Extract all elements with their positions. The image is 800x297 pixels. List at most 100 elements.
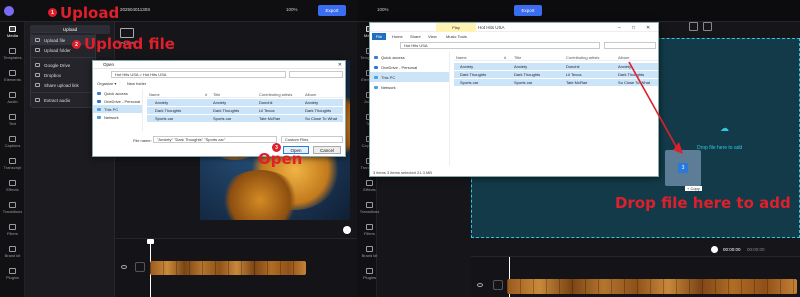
col-artists[interactable]: Contributing artists [259, 92, 292, 97]
address-bar[interactable]: Hot Hits USA [400, 42, 600, 49]
nav-this-pc[interactable]: This PC [370, 72, 449, 82]
nav-network[interactable]: Network [93, 113, 142, 121]
current-time: 00:00:00 [723, 247, 741, 252]
filename-input[interactable]: "Anxiety" "Dark Thoughts" "Sports car" [153, 136, 277, 143]
search-field[interactable] [604, 42, 656, 49]
col-number[interactable]: # [205, 92, 207, 97]
play-button[interactable] [711, 246, 718, 253]
folder-icon [35, 48, 40, 52]
cloud-icon [374, 65, 378, 69]
col-title[interactable]: Title [514, 55, 521, 60]
track-edit-icon[interactable] [493, 280, 503, 290]
rail-effects[interactable]: Effects [357, 176, 382, 196]
ribbon-tab-share[interactable]: Share [410, 34, 421, 39]
zoom-level[interactable]: 100% [377, 7, 389, 12]
file-artist: Doechii [566, 64, 580, 69]
close-icon[interactable]: ✕ [338, 62, 342, 68]
nav-onedrive[interactable]: OneDrive - Personal [93, 97, 142, 105]
rail-filters[interactable]: Filters [357, 220, 382, 240]
effects-icon [366, 180, 373, 186]
app-logo[interactable] [4, 6, 14, 16]
col-title[interactable]: Title [213, 92, 220, 97]
navigation-pane: Quick access OneDrive - Personal This PC… [370, 52, 450, 166]
address-bar[interactable]: Hot Hits USA > Hot Hits USA [111, 71, 286, 78]
ribbon-tab-music-tools[interactable]: Music Tools [446, 34, 467, 39]
video-clip[interactable] [150, 261, 306, 275]
file-title: Sports car [514, 80, 533, 85]
rail-transcript[interactable]: Transcript [0, 154, 25, 174]
track-visibility-icon[interactable] [121, 265, 127, 269]
col-album[interactable]: Album [618, 55, 629, 60]
rail-media[interactable]: Media [0, 22, 25, 42]
track-visibility-icon[interactable] [477, 283, 483, 287]
col-number[interactable]: # [504, 55, 506, 60]
minimize-icon[interactable]: – [618, 25, 621, 31]
close-icon[interactable]: ✕ [646, 25, 650, 31]
nav-onedrive[interactable]: OneDrive - Personal [370, 62, 449, 72]
right-toolbar-icon[interactable] [689, 22, 698, 31]
rail-elements[interactable]: Elements [0, 66, 25, 86]
file-row[interactable]: Anxiety Anxiety Doechii Anxiety [147, 99, 343, 106]
menu-google-drive[interactable]: Google Drive [31, 60, 95, 70]
templates-icon [9, 48, 16, 54]
file-name: Sports car [460, 80, 479, 85]
file-album: Dark Thoughts [305, 108, 332, 113]
right-toolbar-icon[interactable] [703, 22, 712, 31]
star-icon [374, 55, 378, 59]
project-title[interactable]: 20250401130S [120, 7, 150, 12]
cancel-button[interactable]: Cancel [313, 146, 341, 154]
rail-brand-kit[interactable]: Brand kit [0, 242, 25, 262]
menu-share-link[interactable]: Share upload link [31, 80, 95, 90]
nav-quick-access[interactable]: Quick access [370, 52, 449, 62]
file-row[interactable]: Dark Thoughts Dark Thoughts Lil Tecca Da… [147, 107, 343, 114]
file-type-select[interactable]: Custom Files [281, 136, 343, 143]
file-album: Anxiety [305, 100, 319, 105]
nav-this-pc[interactable]: This PC [93, 105, 142, 113]
explorer-titlebar [370, 23, 658, 32]
ribbon-tab-file[interactable]: File [372, 33, 386, 40]
rail-effects[interactable]: Effects [0, 176, 25, 196]
rail-audio[interactable]: Audio [0, 88, 25, 108]
col-album[interactable]: Album [305, 92, 316, 97]
rail-transitions[interactable]: Transitions [357, 198, 382, 218]
nav-quick-access[interactable]: Quick access [93, 89, 142, 97]
rail-brand-kit[interactable]: Brand kit [357, 242, 382, 262]
zoom-level[interactable]: 100% [286, 7, 298, 12]
rail-captions[interactable]: Captions [0, 132, 25, 152]
ribbon-tab-home[interactable]: Home [392, 34, 403, 39]
col-name[interactable]: Name [456, 55, 467, 60]
rail-plugins[interactable]: Plugins [357, 264, 382, 284]
search-field[interactable] [289, 71, 343, 78]
rail-templates[interactable]: Templates [0, 44, 25, 64]
col-name[interactable]: Name [149, 92, 160, 97]
status-bar: 3 items 3 items selected 21.3 MB [373, 170, 432, 175]
dialog-title: Open [93, 61, 345, 69]
col-artists[interactable]: Contributing artists [566, 55, 599, 60]
export-button[interactable]: Export [318, 5, 346, 16]
drop-annotation: Drop file here to add [615, 194, 791, 212]
new-folder-button[interactable]: New folder [127, 81, 146, 86]
play-context-tab[interactable]: Play [436, 23, 476, 32]
rail-transitions[interactable]: Transitions [0, 198, 25, 218]
menu-extract-audio[interactable]: Extract audio [31, 95, 95, 105]
star-icon [97, 91, 101, 95]
file-row[interactable]: Sports car Sports car Tate McRae So Clos… [147, 115, 343, 122]
total-time: 00:00:00 [747, 247, 765, 252]
organize-button[interactable]: Organize ▾ [97, 81, 116, 86]
play-button[interactable] [343, 226, 351, 234]
maximize-icon[interactable]: □ [632, 25, 635, 31]
video-clip[interactable] [507, 279, 797, 294]
rail-filters[interactable]: Filters [0, 220, 25, 240]
rail-text[interactable]: Text [0, 110, 25, 130]
track-edit-icon[interactable] [135, 262, 145, 272]
file-title: Sports car [213, 116, 232, 121]
nav-network[interactable]: Network [370, 82, 449, 92]
export-button[interactable]: Export [514, 5, 542, 16]
rail-plugins[interactable]: Plugins [0, 264, 25, 284]
menu-dropbox[interactable]: Dropbox [31, 70, 95, 80]
ribbon-tab-view[interactable]: View [428, 34, 437, 39]
playhead-handle[interactable] [147, 239, 154, 244]
file-title: Anxiety [514, 64, 528, 69]
file-explorer-window: Play Hot Hits USA – □ ✕ File Home Share … [369, 22, 659, 177]
computer-icon [374, 75, 378, 79]
